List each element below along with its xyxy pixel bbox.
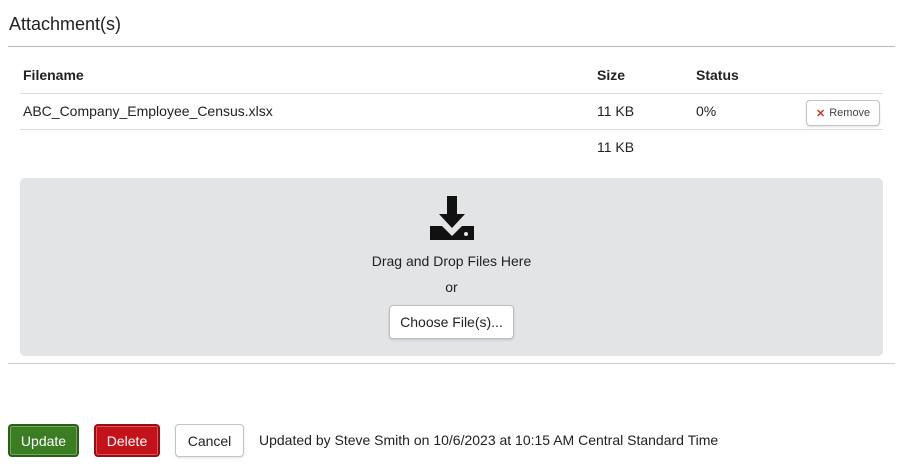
delete-button[interactable]: Delete (94, 424, 160, 457)
section-bottom-divider (8, 363, 895, 364)
update-button[interactable]: Update (8, 424, 79, 457)
last-updated-text: Updated by Steve Smith on 10/6/2023 at 1… (259, 432, 719, 448)
close-icon: ✕ (816, 107, 826, 120)
attachments-table: Filename Size Status ABC_Company_Employe… (20, 58, 883, 168)
attachments-panel: Attachment(s) Filename Size Status ABC_C… (0, 0, 901, 471)
remove-button[interactable]: ✕ Remove (806, 100, 881, 126)
row-actions: ✕ Remove (806, 100, 881, 126)
remove-label: Remove (829, 107, 871, 119)
file-status: 0% (696, 103, 717, 119)
file-dropzone[interactable]: Drag and Drop Files Here or Choose File(… (20, 178, 883, 356)
table-header: Filename Size Status (20, 58, 883, 94)
total-size: 11 KB (597, 139, 635, 155)
file-name: ABC_Company_Employee_Census.xlsx (23, 103, 273, 119)
header-size: Size (597, 67, 626, 83)
header-filename: Filename (23, 67, 84, 83)
title-divider (8, 46, 895, 47)
form-footer: Update Delete Cancel Updated by Steve Sm… (8, 424, 888, 458)
dropzone-drag-text: Drag and Drop Files Here (371, 253, 532, 269)
file-size: 11 KB (597, 103, 635, 119)
download-icon (430, 196, 474, 240)
section-title: Attachment(s) (9, 14, 122, 34)
dropzone-or-text: or (445, 279, 458, 295)
total-row: 11 KB (20, 130, 883, 168)
cancel-button[interactable]: Cancel (175, 424, 244, 457)
table-row: ABC_Company_Employee_Census.xlsx 11 KB 0… (20, 94, 883, 130)
header-status: Status (696, 67, 739, 83)
choose-files-button[interactable]: Choose File(s)... (389, 305, 514, 339)
